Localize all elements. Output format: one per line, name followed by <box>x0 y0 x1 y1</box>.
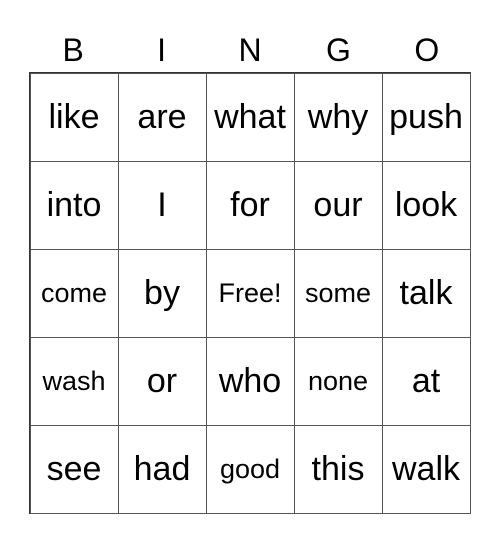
bingo-cell[interactable]: come <box>29 248 119 338</box>
bingo-cell[interactable]: like <box>29 72 119 162</box>
bingo-cell[interactable]: none <box>293 336 383 426</box>
bingo-cell[interactable]: walk <box>381 424 471 514</box>
bingo-cell[interactable]: talk <box>381 248 471 338</box>
bingo-cell[interactable]: some <box>293 248 383 338</box>
header-letter: I <box>157 32 167 68</box>
header-letter: O <box>414 32 440 68</box>
bingo-cell[interactable]: why <box>293 72 383 162</box>
bingo-cell[interactable]: push <box>381 72 471 162</box>
bingo-cell[interactable]: or <box>117 336 207 426</box>
header-letter: N <box>238 32 262 68</box>
bingo-cell[interactable]: look <box>381 160 471 250</box>
bingo-cell[interactable]: into <box>29 160 119 250</box>
bingo-cell[interactable]: this <box>293 424 383 514</box>
bingo-grid: like are what why push into Ifor our look come by F… <box>29 72 471 514</box>
bingo-cell[interactable]: our <box>293 160 383 250</box>
bingo-cell[interactable]: good <box>205 424 295 514</box>
header-letter: B <box>62 32 84 68</box>
bingo-cell[interactable]: I <box>117 160 207 250</box>
bingo-cell[interactable]: by <box>117 248 207 338</box>
bingo-cell[interactable]: wash <box>29 336 119 426</box>
bingo-cell[interactable]: had <box>117 424 207 514</box>
header-letter: G <box>325 32 351 68</box>
bingo-cell[interactable]: what <box>205 72 295 162</box>
bingo-cell[interactable]: for <box>205 160 295 250</box>
bingo-header: BINGO <box>29 28 471 72</box>
bingo-cell[interactable]: see <box>29 424 119 514</box>
bingo-cell[interactable]: who <box>205 336 295 426</box>
bingo-cell[interactable]: at <box>381 336 471 426</box>
free-space-cell[interactable]: Free! <box>205 248 295 338</box>
bingo-cell[interactable]: are <box>117 72 207 162</box>
